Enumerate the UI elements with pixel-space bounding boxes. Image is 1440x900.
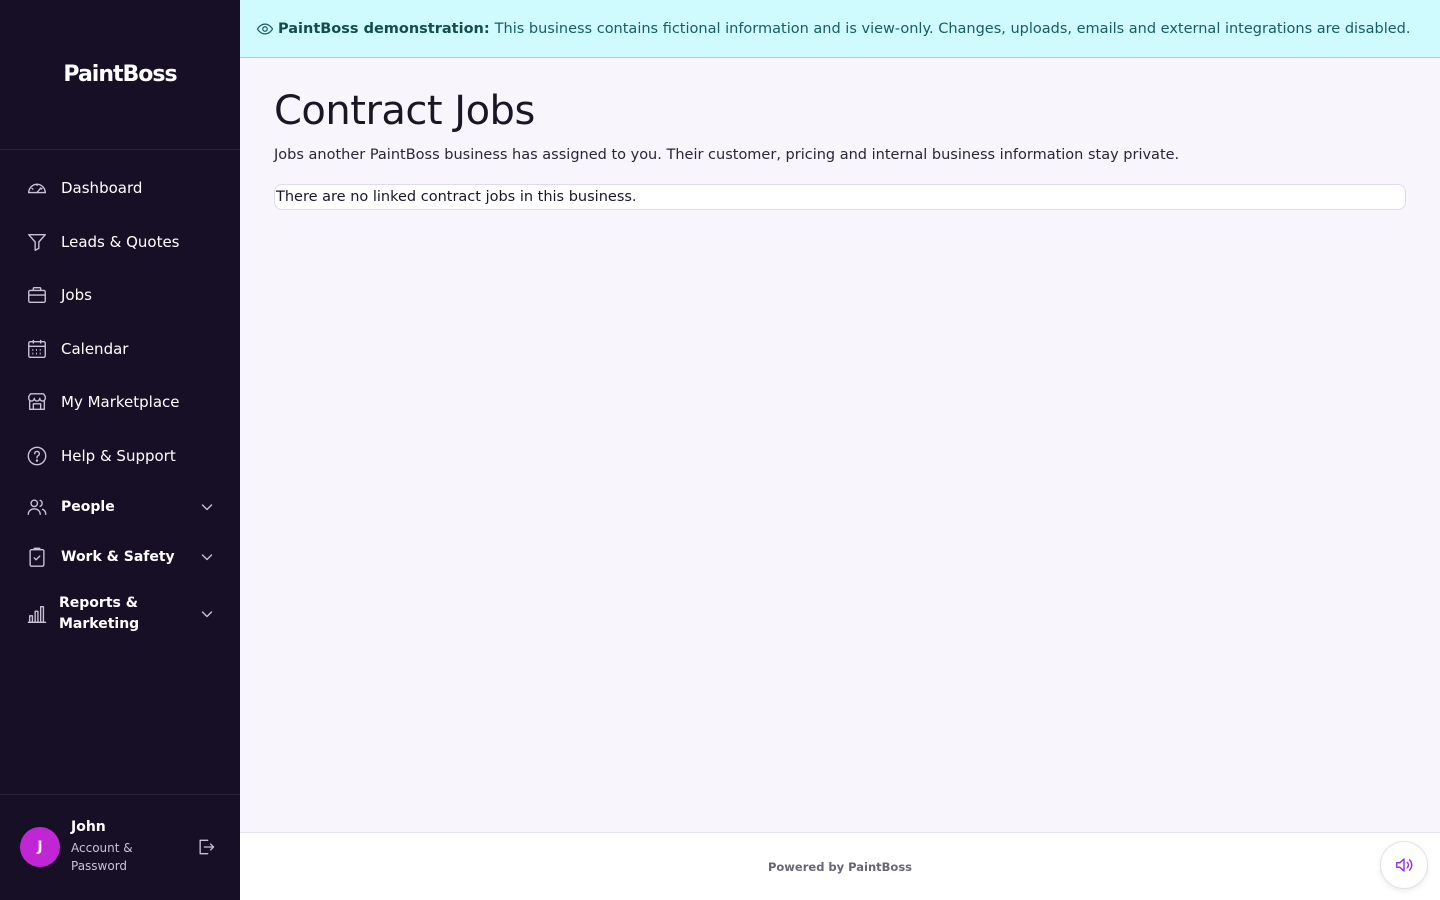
sidebar-group-reports-marketing[interactable]: Reports & Marketing xyxy=(0,593,240,635)
sidebar-item-calendar[interactable]: Calendar xyxy=(0,337,240,361)
demo-banner: PaintBoss demonstration: This business c… xyxy=(240,0,1440,58)
footer: Powered by PaintBoss xyxy=(240,832,1440,900)
sidebar-item-dashboard[interactable]: Dashboard xyxy=(0,176,240,200)
eye-icon xyxy=(256,23,274,34)
sidebar-item-label: Help & Support xyxy=(61,447,176,465)
page-subtitle: Jobs another PaintBoss business has assi… xyxy=(274,147,1180,163)
chevron-down-icon xyxy=(201,504,213,511)
user-panel: J John Account & Password xyxy=(0,794,240,900)
account-password-link[interactable]: Account & Password xyxy=(71,839,161,875)
sidebar-item-leads-quotes[interactable]: Leads & Quotes xyxy=(0,230,240,254)
sidebar-item-label: Leads & Quotes xyxy=(61,233,180,251)
demo-banner-title: PaintBoss demonstration: xyxy=(278,20,490,37)
sidebar-item-jobs[interactable]: Jobs xyxy=(0,283,240,307)
clipboard-check-icon xyxy=(26,546,48,568)
briefcase-icon xyxy=(26,284,48,306)
sidebar-item-label: Jobs xyxy=(61,286,92,304)
brand-logo[interactable]: PaintBoss xyxy=(63,62,177,87)
logout-icon[interactable] xyxy=(196,837,216,857)
people-icon xyxy=(26,496,48,518)
help-circle-icon xyxy=(26,445,48,467)
storefront-icon xyxy=(26,391,48,413)
avatar[interactable]: J xyxy=(20,827,60,867)
bar-chart-icon xyxy=(26,603,48,625)
user-name[interactable]: John xyxy=(71,819,106,835)
demo-banner-text: This business contains fictional informa… xyxy=(494,20,1411,37)
speaker-icon xyxy=(1395,858,1413,872)
sidebar-item-my-marketplace[interactable]: My Marketplace xyxy=(0,390,240,414)
gauge-icon xyxy=(26,177,48,199)
sidebar-item-label: Calendar xyxy=(61,340,129,358)
powered-by-text: Powered by PaintBoss xyxy=(767,860,913,874)
sidebar-group-people[interactable]: People xyxy=(0,495,240,519)
page-title: Contract Jobs xyxy=(274,88,535,134)
sidebar-item-help-support[interactable]: Help & Support xyxy=(0,444,240,468)
sidebar-item-label: My Marketplace xyxy=(61,393,180,411)
empty-state-message: There are no linked contract jobs in thi… xyxy=(274,184,1406,210)
sidebar-group-work-safety[interactable]: Work & Safety xyxy=(0,545,240,569)
sidebar: PaintBoss Dashboard Leads & Quotes Jobs … xyxy=(0,0,240,900)
sidebar-group-label: Reports & Marketing xyxy=(59,595,140,632)
calendar-icon xyxy=(26,338,48,360)
main-content: Contract Jobs Jobs another PaintBoss bus… xyxy=(240,58,1440,833)
chevron-down-icon xyxy=(201,611,213,618)
funnel-icon xyxy=(26,231,48,253)
sidebar-group-label: People xyxy=(61,498,115,515)
brand-header: PaintBoss xyxy=(0,0,240,150)
sound-button[interactable] xyxy=(1380,841,1428,889)
sidebar-group-label: Work & Safety xyxy=(61,548,175,565)
chevron-down-icon xyxy=(201,554,213,561)
sidebar-item-label: Dashboard xyxy=(61,179,143,197)
